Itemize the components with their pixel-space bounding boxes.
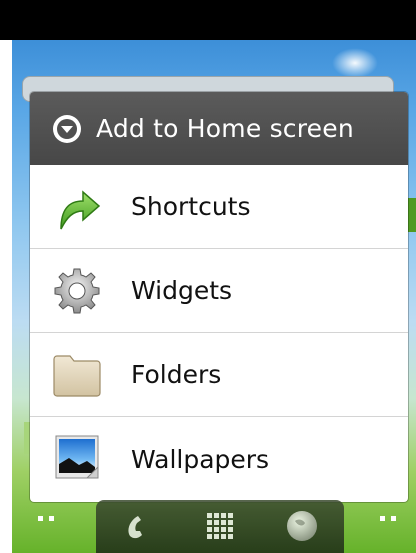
wallpaper-picture-icon (50, 432, 104, 486)
menu-list: Shortcuts Widgets Folders Wallpapers (30, 165, 408, 501)
page-indicator-right[interactable] (380, 516, 396, 522)
chevron-down-circle-icon (52, 114, 82, 144)
menu-item-widgets[interactable]: Widgets (30, 249, 408, 333)
dialog-header: Add to Home screen (30, 92, 408, 165)
phone-icon[interactable] (120, 508, 156, 544)
page-indicator-left[interactable] (38, 516, 54, 522)
folder-icon (50, 348, 104, 402)
status-bar (0, 0, 416, 40)
dock (96, 500, 344, 553)
background-widget-edge (407, 198, 416, 232)
dialog-title: Add to Home screen (96, 114, 354, 143)
shortcut-arrow-icon (50, 180, 104, 234)
add-to-home-screen-dialog: Add to Home screen Shortcuts Widgets Fol… (30, 92, 408, 502)
menu-item-label: Wallpapers (131, 444, 270, 474)
app-drawer-grid-icon[interactable] (202, 508, 238, 544)
menu-item-label: Folders (131, 360, 222, 389)
menu-item-folders[interactable]: Folders (30, 333, 408, 417)
wallpaper-sun-glow (332, 48, 378, 78)
menu-item-shortcuts[interactable]: Shortcuts (30, 165, 408, 249)
menu-item-label: Shortcuts (131, 192, 251, 221)
gear-icon (50, 264, 104, 318)
browser-globe-icon[interactable] (284, 508, 320, 544)
menu-item-label: Widgets (131, 276, 233, 305)
menu-item-wallpapers[interactable]: Wallpapers (30, 417, 408, 501)
